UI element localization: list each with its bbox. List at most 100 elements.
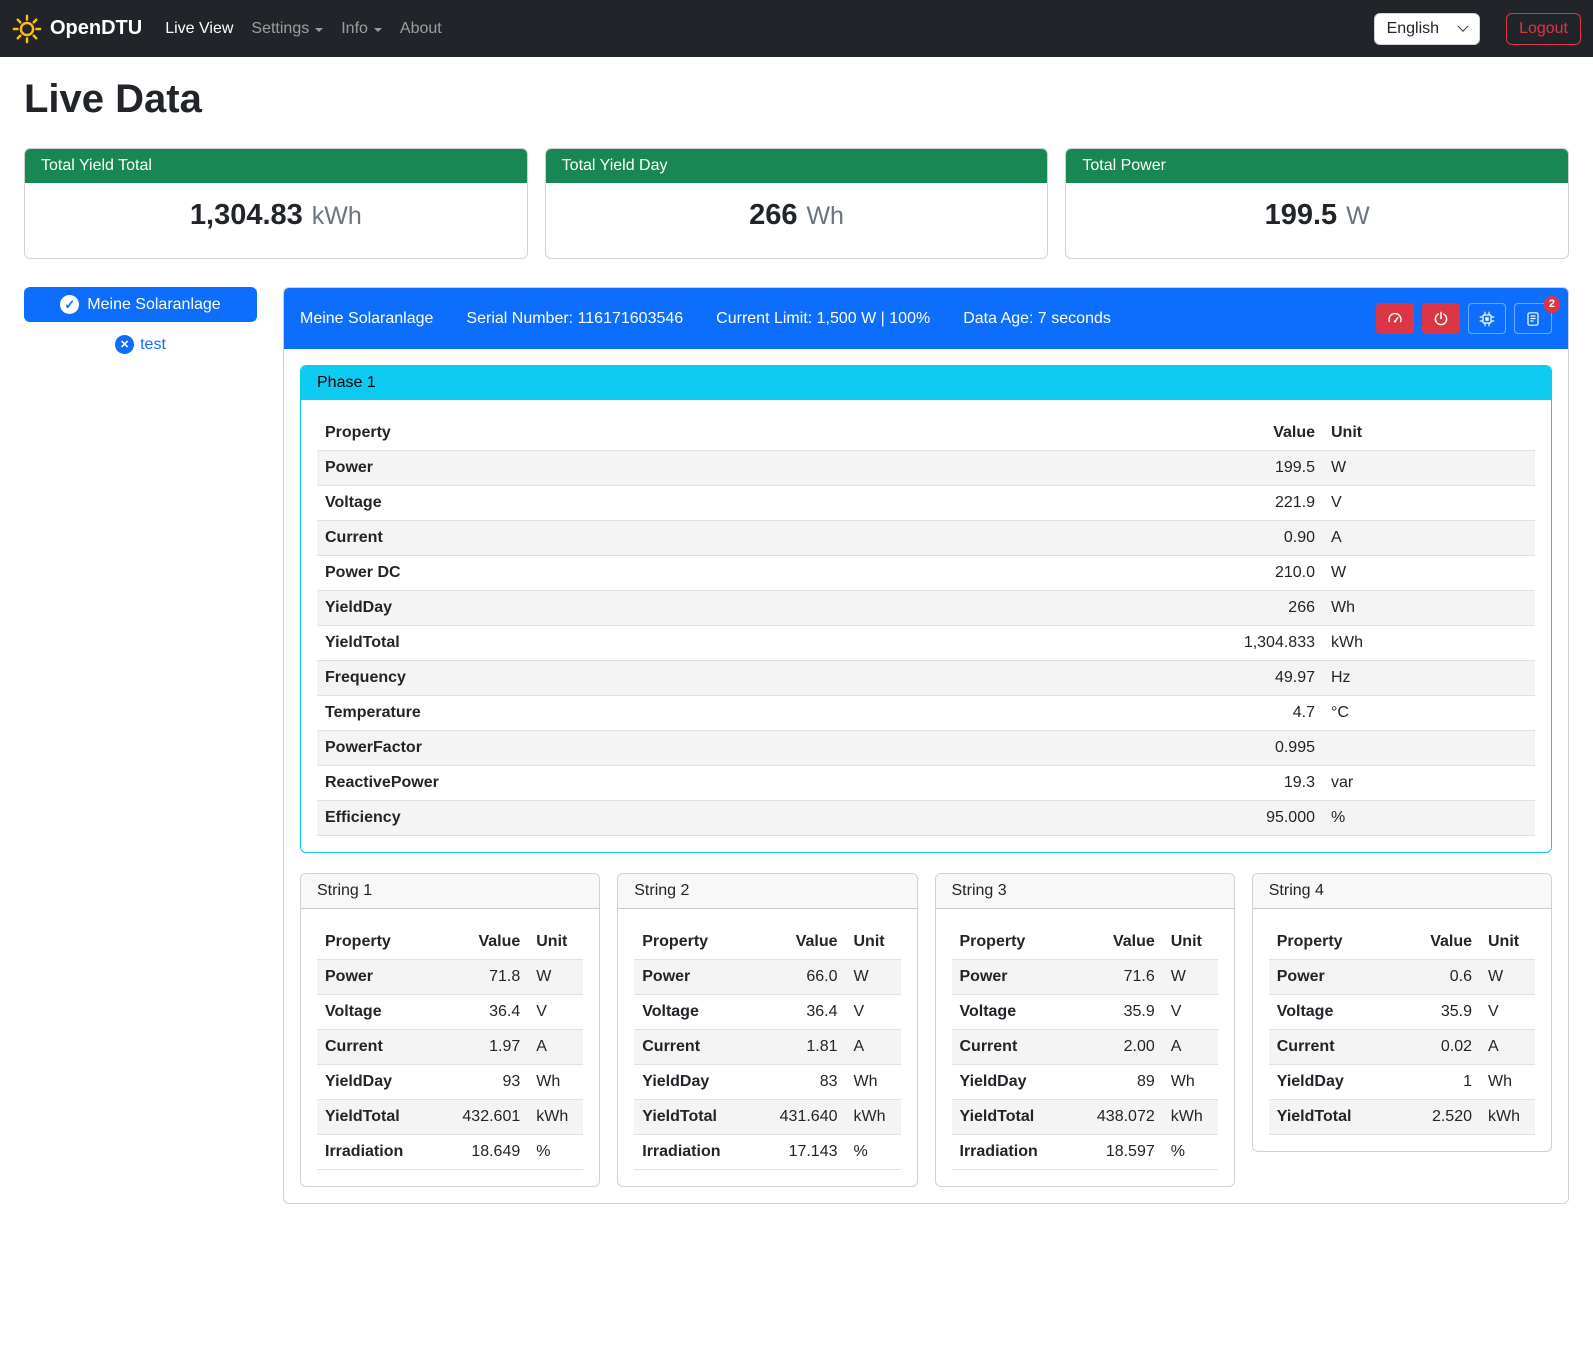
- table-header-row: Property Value Unit: [317, 416, 1535, 451]
- table-row: Power0.6W: [1269, 960, 1535, 995]
- table-row: Current0.90A: [317, 521, 1535, 556]
- event-count-badge: 2: [1544, 296, 1560, 313]
- value-cell: 36.4: [751, 995, 846, 1030]
- value-cell: 0.995: [919, 731, 1323, 766]
- brand-link[interactable]: OpenDTU: [12, 14, 142, 44]
- unit-cell: V: [1323, 486, 1535, 521]
- summary-card-total-power: Total Power 199.5 W: [1065, 148, 1569, 259]
- logout-button[interactable]: Logout: [1506, 13, 1581, 45]
- inverter-item-test[interactable]: test: [24, 335, 257, 354]
- property-header: Property: [634, 925, 750, 960]
- table-row: Temperature4.7°C: [317, 696, 1535, 731]
- string-table-wrap: Property Value Unit Power0.6W Voltage35.…: [1253, 909, 1551, 1135]
- summary-card-unit: kWh: [312, 202, 362, 231]
- table-row: Irradiation18.649%: [317, 1135, 583, 1170]
- value-cell: 18.597: [1068, 1135, 1163, 1170]
- property-cell: Irradiation: [317, 1135, 433, 1170]
- value-cell: 66.0: [751, 960, 846, 995]
- unit-cell: W: [846, 960, 901, 995]
- value-cell: 210.0: [919, 556, 1323, 591]
- value-cell: 93: [433, 1065, 528, 1100]
- unit-cell: kWh: [1480, 1100, 1535, 1135]
- table-row: Power199.5W: [317, 451, 1535, 486]
- value-cell: 83: [751, 1065, 846, 1100]
- language-select[interactable]: English: [1374, 13, 1480, 45]
- property-header: Property: [952, 925, 1068, 960]
- value-cell: 266: [919, 591, 1323, 626]
- summary-card-header: Total Yield Total: [25, 149, 527, 183]
- value-cell: 1.97: [433, 1030, 528, 1065]
- property-cell: Efficiency: [317, 801, 919, 836]
- value-cell: 19.3: [919, 766, 1323, 801]
- unit-cell: V: [1163, 995, 1218, 1030]
- value-cell: 4.7: [919, 696, 1323, 731]
- string-card-3: String 3 Property Value Unit: [935, 873, 1235, 1187]
- value-header: Value: [433, 925, 528, 960]
- nav-item-live-view[interactable]: Live View: [156, 12, 242, 46]
- power-settings-button[interactable]: [1422, 303, 1460, 334]
- summary-card-value: 199.5: [1265, 199, 1338, 232]
- string-card-4: String 4 Property Value Unit: [1252, 873, 1552, 1152]
- unit-cell: %: [846, 1135, 901, 1170]
- table-row: YieldDay83Wh: [634, 1065, 900, 1100]
- inverter-sidebar: Meine Solaranlage test: [24, 287, 257, 354]
- value-cell: 221.9: [919, 486, 1323, 521]
- unit-cell: W: [528, 960, 583, 995]
- value-header: Value: [1068, 925, 1163, 960]
- device-info-button[interactable]: [1468, 303, 1506, 334]
- limit-settings-button[interactable]: [1376, 303, 1414, 334]
- property-cell: Voltage: [317, 486, 919, 521]
- unit-cell: kWh: [846, 1100, 901, 1135]
- value-cell: 0.6: [1385, 960, 1480, 995]
- value-header: Value: [919, 416, 1323, 451]
- unit-cell: A: [846, 1030, 901, 1065]
- table-row: Current0.02A: [1269, 1030, 1535, 1065]
- property-cell: Current: [317, 1030, 433, 1065]
- navbar-right: English Logout: [1374, 13, 1581, 45]
- table-row: PowerFactor0.995: [317, 731, 1535, 766]
- unit-cell: Wh: [1163, 1065, 1218, 1100]
- property-cell: Power: [317, 451, 919, 486]
- speedometer-icon: [1387, 311, 1403, 327]
- unit-header: Unit: [528, 925, 583, 960]
- value-cell: 2.00: [1068, 1030, 1163, 1065]
- table-row: Current2.00A: [952, 1030, 1218, 1065]
- value-header: Value: [1385, 925, 1480, 960]
- event-log-button[interactable]: 2: [1514, 303, 1552, 334]
- property-header: Property: [1269, 925, 1385, 960]
- unit-header: Unit: [1163, 925, 1218, 960]
- value-cell: 431.640: [751, 1100, 846, 1135]
- summary-cards-row: Total Yield Total 1,304.83 kWh Total Yie…: [24, 148, 1569, 259]
- summary-card-header: Total Yield Day: [546, 149, 1048, 183]
- string-table: Property Value Unit Power71.8W Voltage36…: [317, 925, 583, 1170]
- property-cell: Current: [634, 1030, 750, 1065]
- value-cell: 432.601: [433, 1100, 528, 1135]
- value-cell: 18.649: [433, 1135, 528, 1170]
- value-cell: 35.9: [1385, 995, 1480, 1030]
- property-cell: Power DC: [317, 556, 919, 591]
- nav-item-settings[interactable]: Settings: [242, 12, 332, 46]
- table-row: Power71.6W: [952, 960, 1218, 995]
- nav-item-info[interactable]: Info: [332, 12, 391, 46]
- table-row: YieldTotal432.601kWh: [317, 1100, 583, 1135]
- phase-card: Phase 1 Property Value Unit: [300, 365, 1552, 853]
- unit-cell: Wh: [1480, 1065, 1535, 1100]
- nav-item-about[interactable]: About: [391, 12, 451, 46]
- summary-card-total-yield-total: Total Yield Total 1,304.83 kWh: [24, 148, 528, 259]
- table-row: YieldDay89Wh: [952, 1065, 1218, 1100]
- unit-cell: Wh: [528, 1065, 583, 1100]
- nav-item-label: Settings: [251, 20, 309, 38]
- unit-header: Unit: [1480, 925, 1535, 960]
- summary-card-body: 199.5 W: [1066, 183, 1568, 258]
- property-cell: Voltage: [952, 995, 1068, 1030]
- inverter-serial: Serial Number: 116171603546: [466, 310, 683, 328]
- string-table-wrap: Property Value Unit Power66.0W Voltage36…: [618, 909, 916, 1170]
- inverter-select-button[interactable]: Meine Solaranlage: [24, 287, 257, 322]
- table-row: Irradiation18.597%: [952, 1135, 1218, 1170]
- unit-cell: W: [1480, 960, 1535, 995]
- summary-card-total-yield-day: Total Yield Day 266 Wh: [545, 148, 1049, 259]
- nav-item-label: Live View: [165, 20, 233, 38]
- property-cell: YieldDay: [634, 1065, 750, 1100]
- value-cell: 71.8: [433, 960, 528, 995]
- value-cell: 0.02: [1385, 1030, 1480, 1065]
